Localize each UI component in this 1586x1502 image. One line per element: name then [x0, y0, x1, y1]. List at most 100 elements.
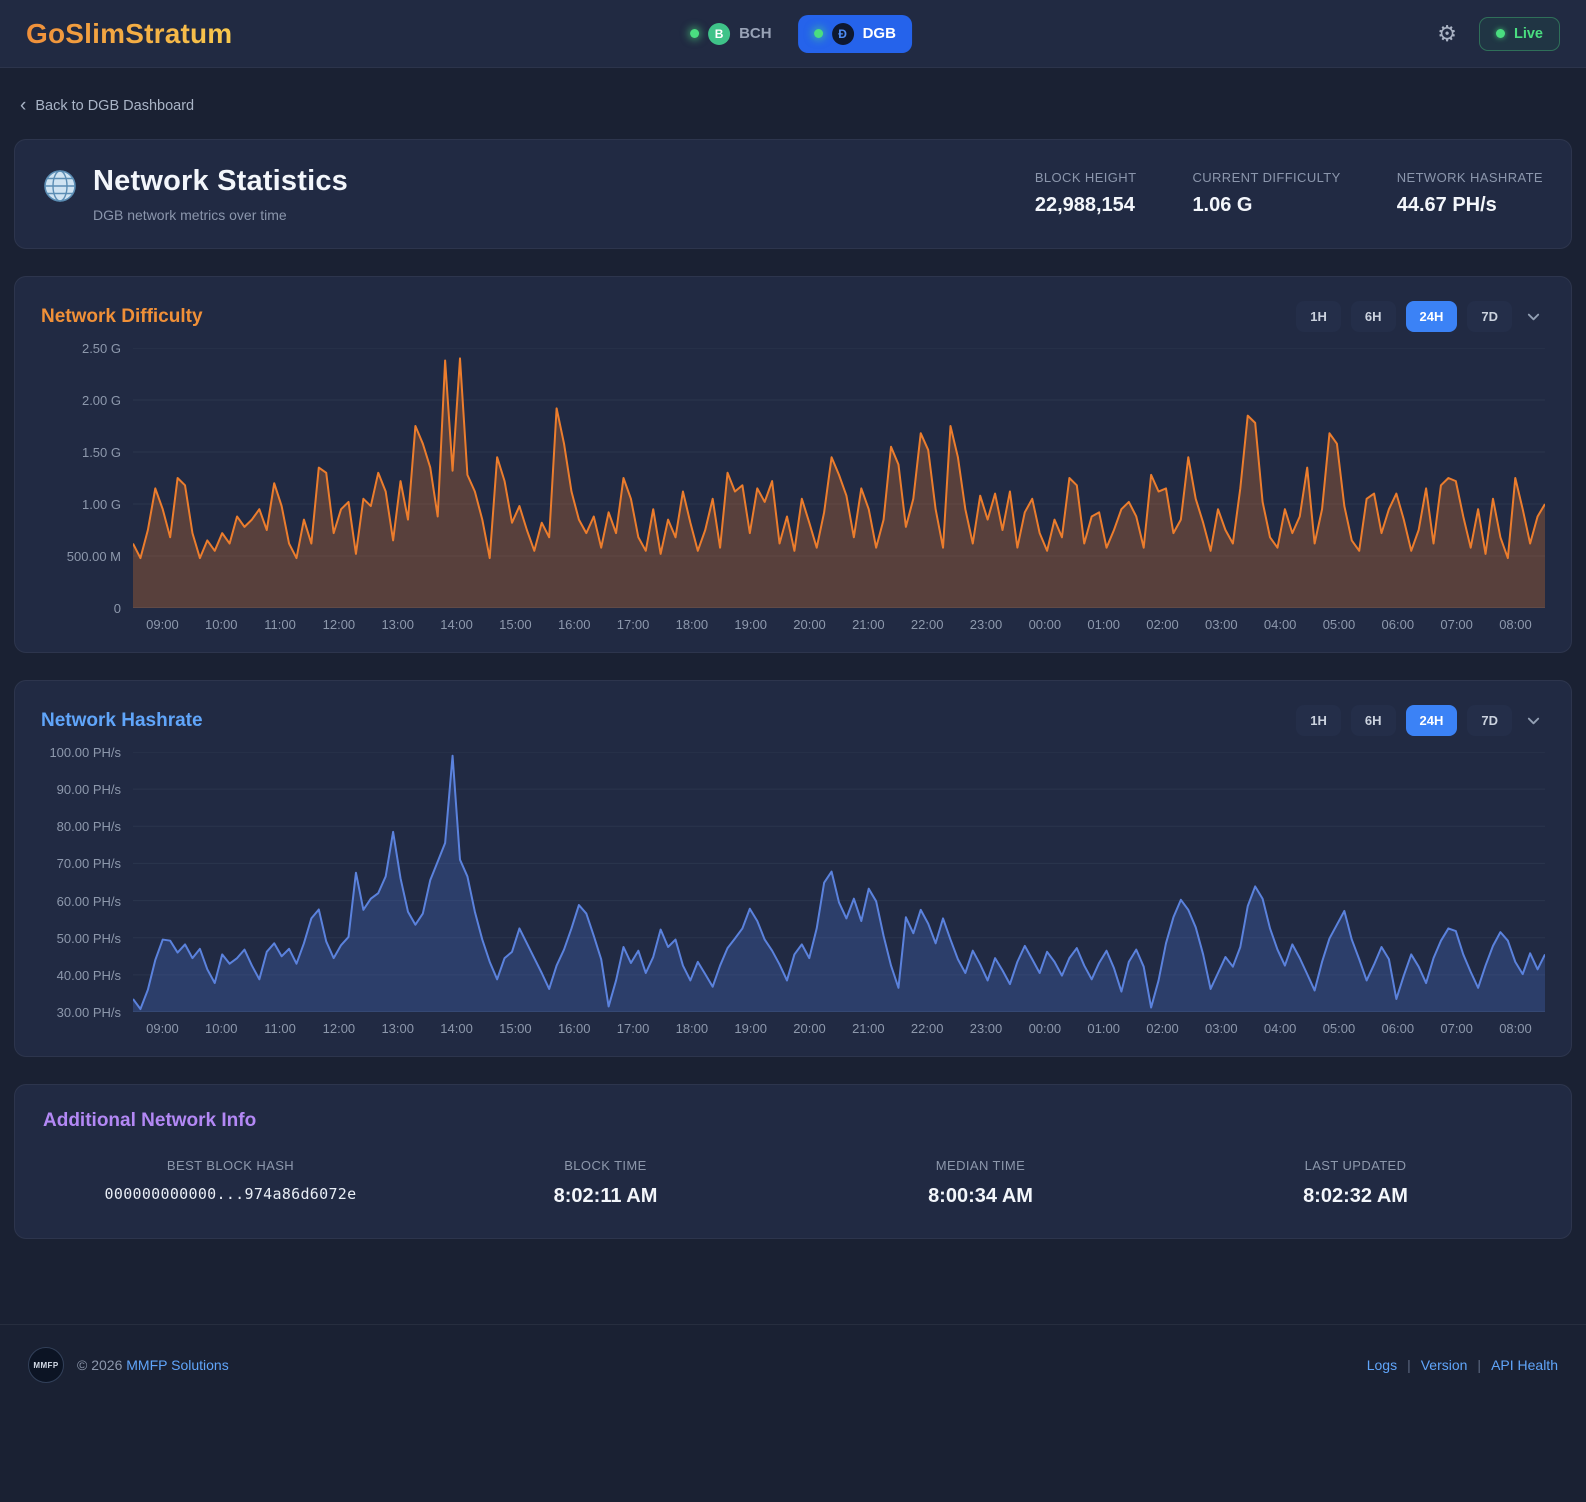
network-statistics-card: Network Statistics DGB network metrics o… — [14, 139, 1572, 249]
x-tick-label: 08:00 — [1499, 1021, 1532, 1036]
chart-header: Network Hashrate 1H 6H 24H 7D — [41, 705, 1545, 736]
main-content: ‹ Back to DGB Dashboard Network Statisti… — [0, 68, 1586, 1239]
info-value: 8:00:34 AM — [928, 1185, 1033, 1207]
company-link[interactable]: MMFP Solutions — [126, 1357, 228, 1373]
x-tick-label: 15:00 — [499, 1021, 532, 1036]
x-tick-label: 07:00 — [1440, 617, 1473, 632]
copyright-year: © 2026 — [77, 1357, 123, 1373]
stat-value: 1.06 G — [1192, 194, 1253, 216]
x-tick-label: 02:00 — [1146, 1021, 1179, 1036]
x-tick-label: 21:00 — [852, 617, 885, 632]
footer-link-version[interactable]: Version — [1421, 1357, 1468, 1373]
live-label: Live — [1513, 25, 1543, 42]
stat-current-difficulty: CURRENT DIFFICULTY 1.06 G — [1192, 170, 1340, 217]
info-value: 000000000000...974a86d6072e — [104, 1185, 357, 1203]
stat-value: 22,988,154 — [1034, 194, 1135, 216]
live-dot-icon — [1495, 29, 1505, 38]
chart-title: Network Difficulty — [41, 305, 203, 327]
time-range-group: 1H 6H 24H 7D — [1296, 705, 1545, 736]
y-tick-label: 40.00 PH/s — [56, 967, 121, 983]
x-tick-label: 06:00 — [1381, 617, 1415, 632]
x-tick-label: 12:00 — [322, 617, 356, 632]
y-tick-label: 50.00 PH/s — [56, 930, 121, 946]
y-tick-label: 1.00 G — [81, 497, 121, 512]
x-tick-label: 13:00 — [381, 617, 414, 632]
x-tick-label: 06:00 — [1381, 1021, 1415, 1036]
time-range-group: 1H 6H 24H 7D — [1296, 301, 1545, 332]
x-tick-label: 16:00 — [557, 1021, 591, 1036]
coin-tab-bch[interactable]: B BCH — [674, 15, 788, 53]
x-tick-label: 11:00 — [264, 617, 296, 632]
hashrate-chart-plot[interactable] — [133, 752, 1545, 1012]
bch-coin-icon: B — [708, 22, 731, 45]
range-button-1h[interactable]: 1H — [1296, 301, 1341, 332]
coin-tab-dgb[interactable]: Đ DGB — [797, 14, 912, 53]
x-tick-label: 09:00 — [146, 617, 179, 632]
range-button-7d[interactable]: 7D — [1467, 301, 1512, 332]
y-tick-label: 1.50 G — [81, 445, 121, 460]
x-tick-label: 00:00 — [1028, 617, 1062, 632]
info-best-block-hash: BEST BLOCK HASH 000000000000...974a86d607… — [43, 1158, 418, 1208]
difficulty-chart-plot[interactable] — [133, 348, 1545, 608]
x-tick-label: 13:00 — [381, 1021, 414, 1036]
stat-value: 44.67 PH/s — [1396, 194, 1497, 216]
footer-links: Logs | Version | API Health — [1367, 1357, 1558, 1373]
range-button-24h[interactable]: 24H — [1405, 705, 1458, 736]
x-tick-label: 17:00 — [616, 617, 650, 632]
x-axis-labels: 09:00 10:00 11:00 12:00 13:00 14:00 15:00 16:00… — [41, 1021, 1545, 1036]
network-stats-group: BLOCK HEIGHT 22,988,154 CURRENT DIFFICULTY… — [1035, 165, 1543, 217]
dgb-coin-icon: Đ — [831, 22, 854, 45]
range-button-6h[interactable]: 6H — [1350, 705, 1396, 736]
stat-label: CURRENT DIFFICULTY — [1192, 170, 1341, 185]
range-button-24h[interactable]: 24H — [1405, 301, 1458, 332]
difficulty-chart-card: Network Difficulty 1H 6H 24H 7D 0 500.00 M 1.… — [14, 276, 1572, 653]
x-tick-label: 10:00 — [204, 617, 238, 632]
app-header: GoSlimStratum B BCH Đ DGB ⚙ Live — [0, 0, 1586, 68]
range-button-7d[interactable]: 7D — [1467, 705, 1512, 736]
x-tick-label: 21:00 — [852, 1021, 885, 1036]
range-button-1h[interactable]: 1H — [1296, 705, 1341, 736]
info-label: MEDIAN TIME — [935, 1158, 1026, 1173]
x-tick-label: 00:00 — [1028, 1021, 1062, 1036]
coin-switcher: B BCH Đ DGB — [674, 14, 912, 53]
chevron-down-icon[interactable] — [1522, 309, 1545, 324]
x-tick-label: 11:00 — [264, 1021, 296, 1036]
settings-gear-icon[interactable]: ⚙ — [1437, 22, 1457, 45]
additional-network-info-card: Additional Network Info BEST BLOCK HASH 0… — [14, 1084, 1572, 1239]
footer-link-separator: | — [1477, 1357, 1482, 1373]
page-subtitle: DGB network metrics over time — [93, 207, 287, 223]
x-tick-label: 04:00 — [1263, 1021, 1297, 1036]
x-tick-label: 01:00 — [1087, 1021, 1120, 1036]
x-tick-label: 04:00 — [1263, 617, 1297, 632]
footer-link-logs[interactable]: Logs — [1367, 1357, 1397, 1373]
info-label: BEST BLOCK HASH — [166, 1158, 295, 1173]
app-footer: MMFP © 2026 MMFP Solutions Logs | Version |… — [0, 1324, 1586, 1405]
y-tick-label: 2.50 G — [81, 341, 121, 356]
footer-link-api-health[interactable]: API Health — [1491, 1357, 1558, 1373]
info-median-time: MEDIAN TIME 8:00:34 AM — [793, 1158, 1168, 1208]
page-title: Network Statistics — [93, 165, 349, 197]
x-tick-label: 20:00 — [793, 617, 826, 632]
y-tick-label: 90.00 PH/s — [56, 782, 121, 798]
x-tick-label: 10:00 — [204, 1021, 238, 1036]
status-dot-icon — [813, 29, 823, 38]
chevron-left-icon: ‹ — [20, 95, 27, 116]
app-logo[interactable]: GoSlimStratum — [26, 18, 232, 50]
x-tick-label: 17:00 — [616, 1021, 650, 1036]
range-button-6h[interactable]: 6H — [1350, 301, 1396, 332]
info-title: Additional Network Info — [43, 1110, 257, 1131]
chart-body: 0 500.00 M 1.00 G 1.50 G 2.00 G 2.50 G — [41, 341, 1545, 616]
y-tick-label: 100.00 PH/s — [49, 745, 121, 760]
chart-body: 30.00 PH/s 40.00 PH/s 50.00 PH/s 60.00 PH/s… — [41, 745, 1545, 1020]
x-tick-label: 07:00 — [1440, 1021, 1473, 1036]
status-dot-icon — [690, 29, 700, 38]
x-tick-label: 03:00 — [1205, 617, 1238, 632]
x-tick-label: 05:00 — [1322, 1021, 1356, 1036]
mmfp-logo: MMFP — [28, 1347, 64, 1383]
chevron-down-icon[interactable] — [1522, 713, 1545, 728]
y-tick-label: 60.00 PH/s — [56, 893, 121, 909]
info-last-updated: LAST UPDATED 8:02:32 AM — [1168, 1158, 1543, 1208]
back-link[interactable]: ‹ Back to DGB Dashboard — [20, 96, 194, 115]
copyright-text: © 2026 MMFP Solutions — [77, 1357, 229, 1373]
stat-block-height: BLOCK HEIGHT 22,988,154 — [1035, 170, 1137, 217]
